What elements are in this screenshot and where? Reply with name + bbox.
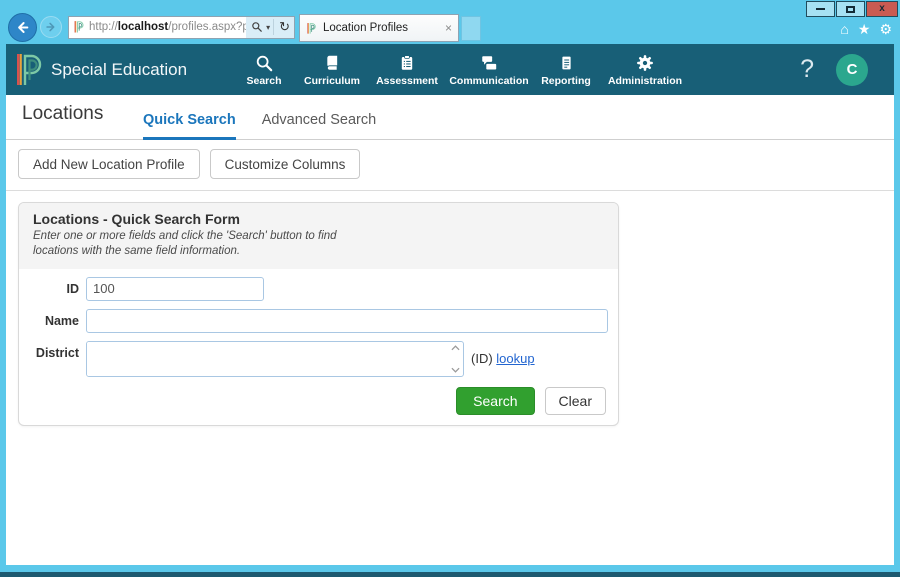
search-icon[interactable]: [251, 21, 263, 33]
navbar-item-label: Administration: [608, 75, 682, 87]
close-icon: x: [879, 4, 885, 14]
district-id-hint: (ID): [471, 351, 493, 366]
navbar-item-communication[interactable]: Communication: [447, 53, 531, 87]
chat-boxes-icon: [480, 53, 498, 72]
customize-columns-button[interactable]: Customize Columns: [210, 149, 361, 179]
clipboard-icon: [399, 53, 415, 72]
id-field-label: ID: [29, 277, 79, 296]
app-title: Special Education: [51, 60, 191, 80]
district-field-label: District: [29, 341, 79, 360]
navbar-item-label: Assessment: [376, 75, 438, 87]
url-host: localhost: [118, 21, 168, 33]
district-suffix: (ID) lookup: [471, 351, 535, 366]
url-protocol: http://: [89, 21, 118, 33]
page-content: Special Education Search Curriculum Asse…: [6, 44, 894, 565]
search-icon: [255, 53, 273, 72]
gear-icon: [636, 53, 654, 72]
address-bar[interactable]: http://localhost/profiles.aspx?pt=100 ▾ …: [68, 16, 295, 39]
minimize-button[interactable]: [806, 1, 835, 17]
back-arrow-icon: [15, 20, 30, 35]
search-tabs: Quick Search Advanced Search: [143, 112, 376, 140]
form-title: Locations - Quick Search Form: [33, 211, 604, 227]
maximize-button[interactable]: [836, 1, 865, 17]
id-input[interactable]: [86, 277, 264, 301]
district-field-row: District (ID) lookup: [29, 341, 608, 377]
navbar-item-label: Curriculum: [304, 75, 360, 87]
page-title: Locations: [22, 103, 103, 125]
navbar-item-assessment[interactable]: Assessment: [370, 53, 444, 87]
district-lookup-link[interactable]: lookup: [496, 351, 534, 366]
close-button[interactable]: x: [866, 1, 898, 17]
navbar-right: ? C: [800, 54, 868, 86]
settings-gear-icon[interactable]: ⚙: [879, 22, 892, 36]
form-description: Enter one or more fields and click the '…: [33, 229, 351, 259]
window-bottom-edge: [0, 572, 900, 577]
quick-search-form-panel: Locations - Quick Search Form Enter one …: [18, 202, 619, 426]
clear-button[interactable]: Clear: [545, 387, 606, 415]
url-path: /profiles.aspx?pt=100: [168, 21, 246, 33]
form-actions: Search Clear: [29, 387, 608, 415]
maximize-icon: [846, 6, 855, 13]
name-field-row: Name: [29, 309, 608, 333]
browser-chrome: http://localhost/profiles.aspx?pt=100 ▾ …: [8, 12, 481, 42]
navbar-item-label: Reporting: [541, 75, 591, 87]
tab-title: Location Profiles: [323, 22, 441, 34]
scroll-up-icon[interactable]: [451, 345, 460, 351]
powerschool-logo-icon: [16, 51, 42, 89]
search-button[interactable]: Search: [456, 387, 534, 415]
minimize-icon: [816, 8, 825, 10]
chevron-down-icon[interactable]: ▾: [266, 23, 270, 32]
home-icon[interactable]: ⌂: [840, 22, 848, 36]
help-button[interactable]: ?: [800, 55, 814, 84]
tab-advanced-search[interactable]: Advanced Search: [262, 112, 376, 140]
navbar-item-administration[interactable]: Administration: [601, 53, 689, 87]
window-controls: x: [806, 1, 898, 17]
navbar-item-curriculum[interactable]: Curriculum: [297, 53, 367, 87]
form-body: ID Name District: [19, 269, 618, 425]
scroll-down-icon[interactable]: [451, 367, 460, 373]
refresh-icon[interactable]: ↻: [273, 19, 290, 35]
browser-action-icons: ⌂ ★ ⚙: [840, 22, 892, 36]
toolbar: Add New Location Profile Customize Colum…: [6, 140, 894, 191]
forward-arrow-icon: [45, 21, 57, 33]
favicon: [73, 20, 85, 34]
id-field-row: ID: [29, 277, 608, 301]
district-input[interactable]: [87, 342, 448, 376]
navbar-item-search[interactable]: Search: [234, 53, 294, 87]
form-header: Locations - Quick Search Form Enter one …: [19, 203, 618, 269]
district-scrollbar[interactable]: [448, 342, 463, 376]
forward-button[interactable]: [40, 16, 62, 38]
tab-quick-search[interactable]: Quick Search: [143, 112, 236, 140]
url-text: http://localhost/profiles.aspx?pt=100: [89, 21, 246, 33]
add-new-location-profile-button[interactable]: Add New Location Profile: [18, 149, 200, 179]
app-navbar: Special Education Search Curriculum Asse…: [6, 44, 894, 95]
new-tab-button[interactable]: [461, 16, 481, 41]
user-avatar[interactable]: C: [836, 54, 868, 86]
browser-tab[interactable]: Location Profiles ×: [299, 14, 459, 42]
favorites-star-icon[interactable]: ★: [858, 22, 871, 36]
page-header: Locations Quick Search Advanced Search: [6, 95, 894, 140]
tab-favicon: [306, 22, 317, 35]
name-field-label: Name: [29, 309, 79, 328]
back-button[interactable]: [8, 13, 37, 42]
name-input[interactable]: [86, 309, 608, 333]
tab-close-icon[interactable]: ×: [445, 21, 452, 35]
navbar-menu: Search Curriculum Assessment Communicati…: [234, 53, 689, 87]
navbar-item-label: Communication: [449, 75, 528, 87]
book-icon: [324, 53, 341, 72]
navbar-item-label: Search: [246, 75, 281, 87]
address-bar-icons: ▾ ↻: [246, 17, 294, 38]
district-input-wrap: [86, 341, 464, 377]
navbar-item-reporting[interactable]: Reporting: [534, 53, 598, 87]
report-document-icon: [559, 53, 574, 72]
browser-window: x ⌂ ★ ⚙ http://localhost/profiles.aspx?p…: [0, 0, 900, 577]
